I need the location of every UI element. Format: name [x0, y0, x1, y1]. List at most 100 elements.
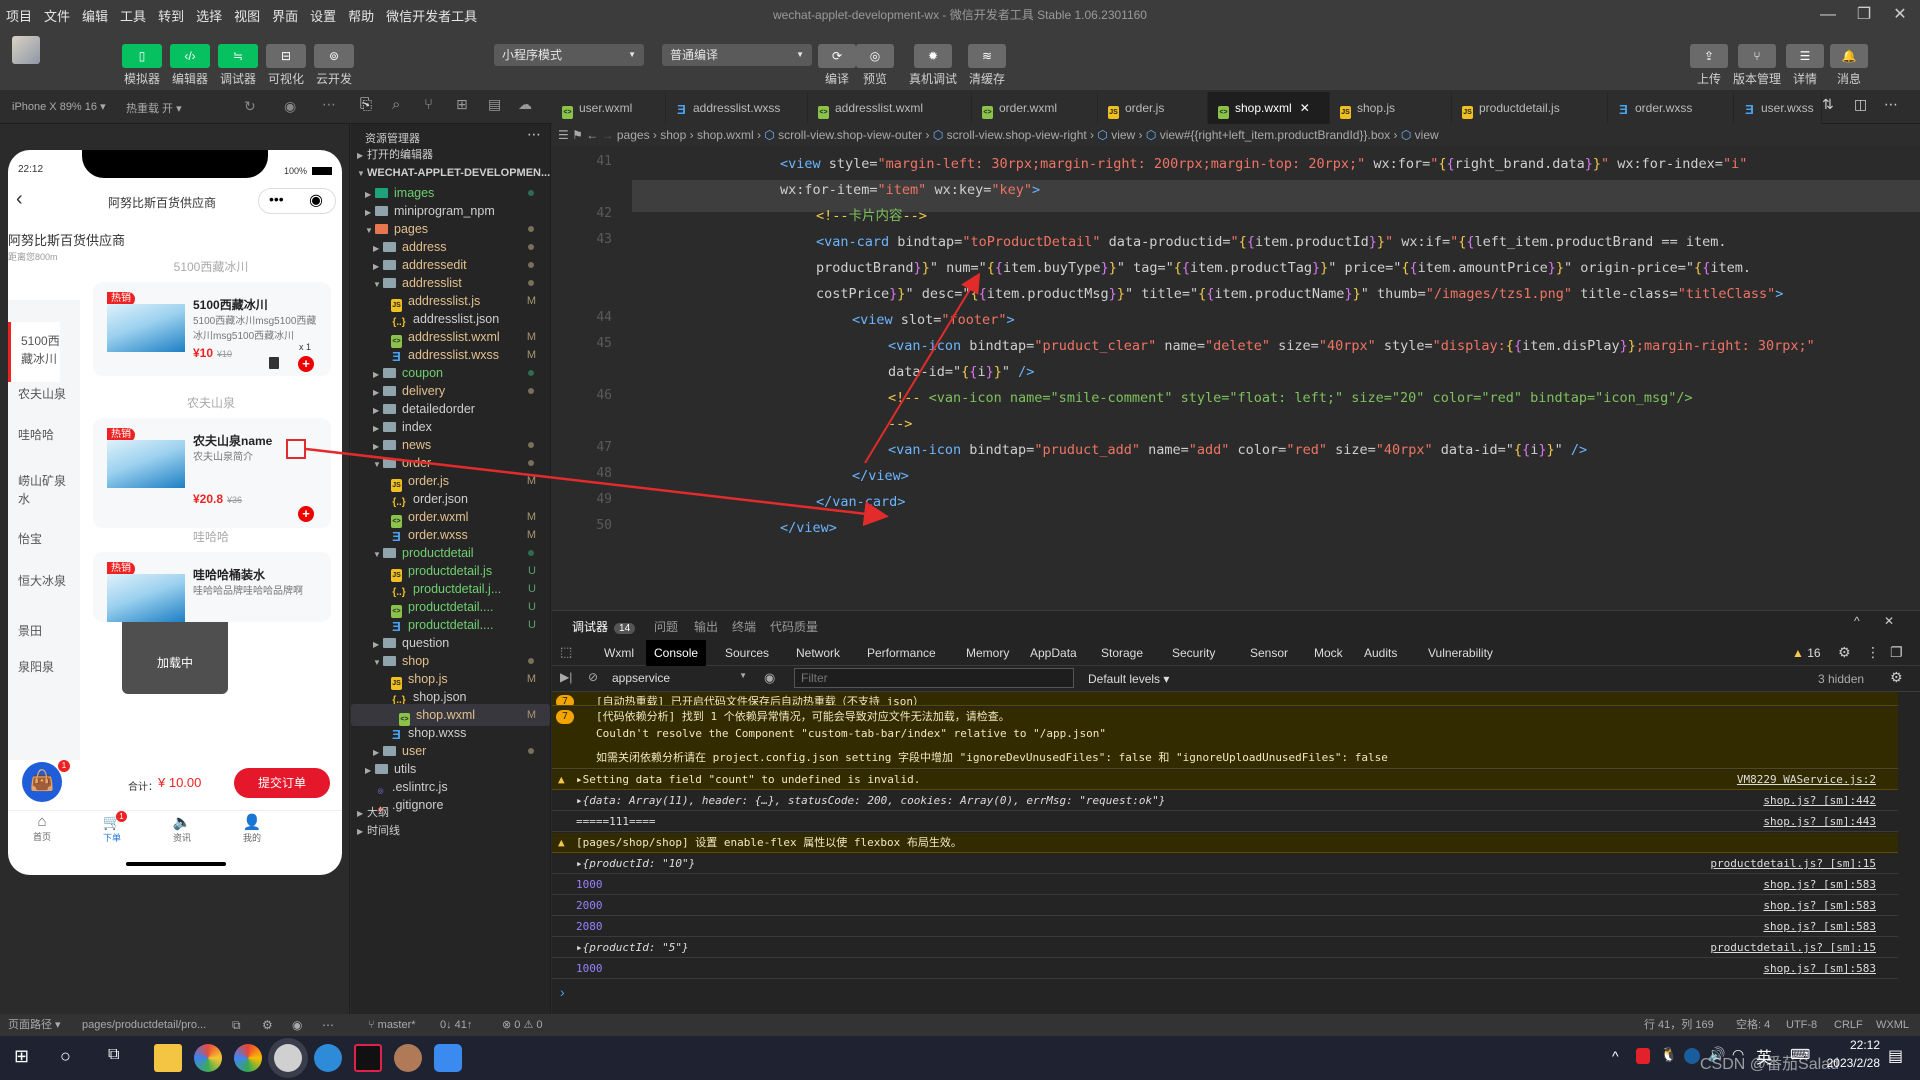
clear-console-icon[interactable]: ⊘ [588, 670, 598, 684]
breadcrumb-item[interactable]: scroll-view.shop-view-outer [778, 128, 922, 142]
console-settings-icon[interactable]: ⚙ [1890, 669, 1903, 686]
category-item[interactable]: 5100西藏冰川 [8, 322, 60, 382]
debug-tab[interactable]: 输出 [694, 618, 718, 635]
source-link[interactable]: shop.js? [sm]:442 [1763, 791, 1876, 810]
tabbar-item[interactable]: ⌂ 首页 [22, 813, 62, 843]
eye-icon[interactable]: ◉ [292, 1014, 302, 1036]
settings-icon[interactable]: ⚙ [1838, 644, 1851, 661]
debug-tab[interactable]: 调试器 14 [572, 618, 636, 639]
bug-button[interactable]: ✹ [914, 44, 952, 68]
menu-item[interactable]: 视图 [228, 6, 266, 25]
explorer-more-icon[interactable]: ⋯ [527, 126, 541, 143]
layout-toggle[interactable]: ⊟ [266, 44, 306, 68]
category-item[interactable]: 哇哈哈 [8, 426, 70, 444]
cursor-position[interactable]: 行 41，列 169 [1644, 1014, 1714, 1036]
tray-expand-icon[interactable]: ^ [1612, 1048, 1619, 1064]
breadcrumb-item[interactable]: view [1415, 128, 1439, 142]
console-row[interactable]: =====111==== shop.js? [sm]:443 [552, 812, 1898, 832]
line-ending[interactable]: CRLF [1834, 1014, 1863, 1036]
kebab-menu-icon[interactable]: ⋮ [1866, 644, 1880, 661]
devtools-tab[interactable]: Audits [1356, 640, 1405, 666]
more-actions-icon[interactable]: ⋯ [1884, 96, 1898, 113]
source-link[interactable]: shop.js? [sm]:443 [1763, 812, 1876, 831]
close-window-button[interactable]: ✕ [1882, 0, 1918, 30]
editor-tab[interactable]: Ǝuser.wxss [1734, 92, 1822, 124]
branch-button[interactable]: ⑂ [1738, 44, 1776, 68]
page-path[interactable]: pages/productdetail/pro... [82, 1014, 206, 1036]
edge-icon[interactable] [314, 1044, 342, 1072]
editor-tab[interactable]: <> user.wxml [552, 92, 666, 124]
back-icon[interactable]: ‹ [16, 188, 23, 211]
problems-status[interactable]: ⊗ 0 ⚠ 0 [502, 1014, 542, 1036]
console-row[interactable]: ▸{data: Array(11), header: {…}, statusCo… [552, 791, 1898, 811]
devtools-tab[interactable]: Network [788, 640, 848, 666]
project-section[interactable]: ▼ WECHAT-APPLET-DEVELOPMEN... [351, 162, 550, 184]
phone-toggle[interactable]: ▯ [122, 44, 162, 68]
devtools-tab[interactable]: Memory [958, 640, 1017, 666]
close-tab-icon[interactable]: ✕ [1300, 101, 1310, 115]
breadcrumb-item[interactable]: shop.wxml [697, 128, 754, 142]
task-view-icon[interactable]: ⧉ [108, 1046, 119, 1064]
sidebar-toggle-icon[interactable]: ▶| [560, 670, 572, 684]
devtools-tab[interactable]: Console [646, 640, 707, 666]
devtools-tab[interactable]: Sensor [1242, 640, 1296, 666]
debug-tab[interactable]: 代码质量 [770, 618, 818, 635]
source-link[interactable]: shop.js? [sm]:583 [1763, 917, 1876, 936]
steam-icon[interactable] [1684, 1048, 1700, 1064]
submit-order-button[interactable]: 提交订单 [234, 768, 330, 798]
devtools-tab[interactable]: Wxml [596, 640, 642, 666]
app-icon[interactable] [434, 1044, 462, 1072]
category-item[interactable]: 泉阳泉 [8, 658, 70, 676]
bell-button[interactable]: 🔔 [1830, 44, 1868, 68]
code-line[interactable]: </view> [780, 512, 837, 544]
notification-center-icon[interactable]: ▤ [1888, 1046, 1903, 1066]
search-icon[interactable]: ○ [60, 1046, 71, 1067]
language-mode[interactable]: WXML [1876, 1014, 1909, 1036]
tabbar-item[interactable]: 🛒 下单 1 [92, 811, 132, 844]
bookmark-icon[interactable]: ⚑ [572, 128, 586, 142]
cart-icon[interactable]: 👜 [22, 762, 62, 802]
more-icon[interactable]: ⋯ [322, 96, 336, 113]
menu-item[interactable]: 编辑 [76, 6, 114, 25]
user-avatar[interactable] [12, 36, 40, 64]
category-item[interactable]: 农夫山泉 [8, 385, 70, 403]
split-editor-icon[interactable]: ◫ [1854, 96, 1867, 113]
console-row[interactable]: ▸{productId: "10"} productdetail.js? [sm]… [552, 854, 1898, 874]
tabbar-item[interactable]: 🔈 资讯 [162, 813, 202, 844]
menu-item[interactable]: 文件 [38, 6, 76, 25]
breadcrumb-item[interactable]: pages [617, 128, 650, 142]
more-icon[interactable]: ⋯ [322, 1014, 334, 1036]
console-row[interactable]: 1000 shop.js? [sm]:583 [552, 875, 1898, 895]
git-branch-icon[interactable]: ⑂ [424, 96, 433, 113]
breadcrumb-item[interactable]: shop [660, 128, 686, 142]
outline-list-icon[interactable]: ☰ [558, 128, 572, 142]
console-row[interactable]: ▲ [pages/shop/shop] 设置 enable-flex 属性以使 f… [552, 833, 1898, 853]
devtools-tab[interactable]: Sources [717, 640, 777, 666]
eye-button[interactable]: ◎ [856, 44, 894, 68]
inspect-icon[interactable]: ⬚ [560, 644, 572, 660]
console-filter-input[interactable] [794, 668, 1074, 688]
debug-tab[interactable]: 终端 [732, 618, 756, 635]
menu-item[interactable]: 选择 [190, 6, 228, 25]
hot-reload-toggle[interactable]: 热重载 开 ▾ [126, 100, 182, 116]
game-icon[interactable] [394, 1044, 422, 1072]
breadcrumb-item[interactable]: view [1111, 128, 1135, 142]
source-link[interactable]: productdetail.js? [sm]:15 [1710, 938, 1876, 957]
upload-button[interactable]: ⇪ [1690, 44, 1728, 68]
editor-tab[interactable]: Ǝaddresslist.wxss [666, 92, 808, 124]
debug-sliders-toggle[interactable]: ≒ [218, 44, 258, 68]
product-card[interactable]: 热销 哇哈哈桶装水 哇哈哈品牌哇哈哈品牌啊 [93, 552, 331, 622]
cloud-toggle[interactable]: ⊚ [314, 44, 354, 68]
console-row[interactable]: 1000 shop.js? [sm]:583 [552, 959, 1898, 979]
devtools-tab[interactable]: Security [1164, 640, 1223, 666]
console-prompt[interactable]: › [560, 984, 565, 1000]
code-line[interactable]: <!-- <van-icon name="smile-comment" styl… [888, 382, 1693, 414]
list-button[interactable]: ☰ [1786, 44, 1824, 68]
menu-item[interactable]: 工具 [114, 6, 152, 25]
delete-product-icon[interactable] [269, 357, 279, 369]
qq-icon[interactable]: 🐧 [1660, 1046, 1677, 1063]
stop-icon[interactable]: ◉ [284, 98, 296, 115]
code-line[interactable]: <van-icon bindtap="pruduct_add" name="ad… [888, 434, 1587, 466]
capsule-menu[interactable]: ••• ◉ [258, 188, 336, 214]
git-branch[interactable]: ⑂ master* [368, 1014, 416, 1036]
